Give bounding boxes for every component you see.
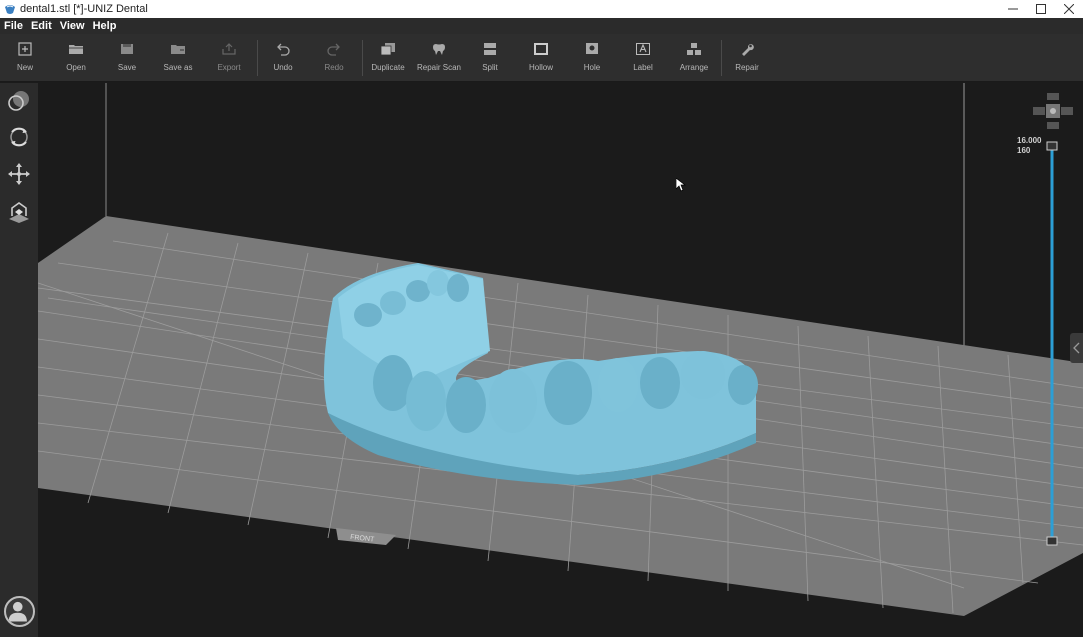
hollow-label: Hollow	[528, 63, 553, 72]
hollow-button[interactable]: Hollow	[516, 34, 566, 82]
user-avatar-icon	[8, 601, 27, 622]
hole-button[interactable]: Hole	[567, 34, 617, 82]
duplicate-button[interactable]: Duplicate	[363, 34, 413, 82]
arrange-icon	[687, 43, 701, 55]
front-label: FRONT	[350, 534, 375, 544]
export-button[interactable]: Export	[204, 34, 254, 82]
layer-slider-top-handle[interactable]	[1046, 141, 1058, 151]
toolbar: New Open Save Save as Export Undo Redo D…	[0, 34, 1083, 82]
maximize-button[interactable]	[1026, 0, 1056, 18]
repair-button[interactable]: Repair	[722, 34, 772, 82]
redo-label: Redo	[324, 63, 344, 72]
repair-scan-button[interactable]: Repair Scan	[414, 34, 464, 82]
minimize-button[interactable]	[998, 0, 1028, 18]
menu-bar: File Edit View Help	[0, 18, 1083, 34]
label-label: Label	[633, 63, 653, 72]
app-icon	[5, 5, 15, 14]
split-button[interactable]: Split	[465, 34, 515, 82]
menu-file[interactable]: File	[4, 20, 23, 32]
platform-button[interactable]	[7, 199, 31, 223]
close-button[interactable]	[1054, 0, 1083, 18]
viewport-3d[interactable]: FRONT 16.000 160	[38, 83, 1083, 637]
user-avatar[interactable]	[4, 596, 35, 627]
repair-label: Repair	[735, 63, 759, 72]
save-button[interactable]: Save	[102, 34, 152, 82]
layer-height-value: 16.000	[1017, 136, 1042, 145]
move-button[interactable]	[7, 162, 31, 186]
save-icon	[121, 44, 133, 54]
hole-label: Hole	[583, 63, 601, 72]
platform-icon	[9, 202, 29, 223]
text-label-icon	[636, 43, 650, 55]
menu-view[interactable]: View	[60, 20, 85, 32]
export-icon	[222, 43, 236, 55]
new-button[interactable]: New	[0, 34, 50, 82]
view-navigation-cube[interactable]	[1033, 93, 1073, 129]
layer-slider-bottom-handle[interactable]	[1046, 536, 1058, 546]
label-button[interactable]: Label	[618, 34, 668, 82]
move-icon	[8, 163, 30, 185]
split-icon	[484, 43, 496, 55]
title-bar: dental1.stl [*]-UNIZ Dental	[0, 0, 1083, 18]
undo-icon	[277, 43, 290, 56]
redo-button[interactable]: Redo	[309, 34, 359, 82]
wrench-icon	[742, 44, 754, 56]
undo-label: Undo	[273, 63, 293, 72]
arrange-label: Arrange	[679, 63, 709, 72]
save-label: Save	[117, 63, 137, 72]
view-mode-icon	[8, 91, 29, 111]
maximize-icon	[1036, 4, 1046, 14]
layer-index-value: 160	[1017, 146, 1031, 155]
tooth-scan-icon	[433, 44, 445, 55]
export-label: Export	[217, 63, 241, 72]
view-mode-button[interactable]	[7, 89, 31, 113]
mouse-cursor-icon	[676, 178, 686, 192]
undo-button[interactable]: Undo	[258, 34, 308, 82]
scene-canvas: FRONT	[38, 83, 1083, 616]
menu-edit[interactable]: Edit	[31, 20, 52, 32]
window-title: dental1.stl [*]-UNIZ Dental	[20, 3, 148, 15]
chevron-left-icon	[1073, 342, 1080, 354]
hollow-icon	[534, 43, 548, 55]
menu-help[interactable]: Help	[93, 20, 117, 32]
duplicate-label: Duplicate	[371, 63, 405, 72]
save-as-label: Save as	[163, 63, 193, 72]
duplicate-icon	[380, 43, 395, 56]
split-label: Split	[482, 63, 498, 72]
repair-scan-label: Repair Scan	[416, 63, 462, 72]
open-label: Open	[66, 63, 86, 72]
rotate-button[interactable]	[7, 125, 31, 149]
open-button[interactable]: Open	[51, 34, 101, 82]
right-panel-toggle[interactable]	[1070, 333, 1083, 363]
arrange-button[interactable]: Arrange	[669, 34, 719, 82]
hole-icon	[586, 43, 598, 54]
new-label: New	[16, 63, 33, 72]
side-panel	[0, 83, 38, 637]
redo-icon	[327, 43, 340, 56]
close-icon	[1064, 4, 1074, 14]
save-as-button[interactable]: Save as	[153, 34, 203, 82]
rotate-icon	[10, 127, 28, 147]
new-file-icon	[18, 42, 32, 56]
save-as-icon	[171, 45, 185, 54]
minimize-icon	[1008, 8, 1018, 10]
folder-open-icon	[69, 45, 83, 54]
